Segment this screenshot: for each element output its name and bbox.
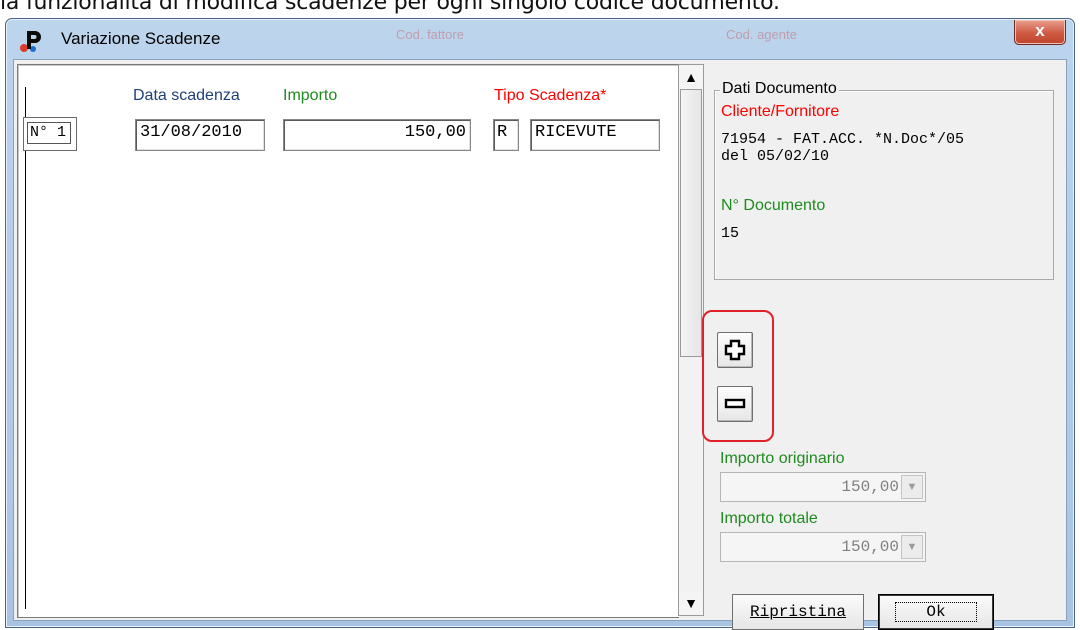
scadenze-list: Data scadenza Importo Tipo Scadenza* N° … bbox=[17, 64, 679, 618]
scroll-up-icon[interactable]: ▲ bbox=[679, 65, 703, 89]
ripristina-button[interactable]: Ripristina bbox=[732, 594, 864, 630]
group-title: Dati Documento bbox=[720, 80, 839, 98]
app-logo-icon bbox=[20, 31, 41, 52]
remove-row-button[interactable] bbox=[717, 386, 753, 422]
header-tipo-scadenza: Tipo Scadenza* bbox=[494, 87, 607, 104]
tipo-desc-input[interactable]: RICEVUTE bbox=[530, 119, 660, 151]
importo-input[interactable]: 150,00 bbox=[283, 119, 471, 151]
list-scrollbar[interactable]: ▲ ▼ bbox=[678, 64, 704, 616]
ok-button[interactable]: Ok bbox=[878, 594, 994, 630]
importo-originario-label: Importo originario bbox=[720, 450, 845, 467]
chevron-down-icon: ▼ bbox=[901, 535, 923, 559]
scrollbar-thumb[interactable] bbox=[680, 89, 702, 357]
ripristina-label: Ripristina bbox=[749, 603, 846, 621]
tipo-code-input[interactable]: R bbox=[493, 119, 519, 151]
importo-originario-value: 150,00 bbox=[841, 478, 899, 496]
importo-totale-field: 150,00 ▼ bbox=[720, 532, 926, 562]
row-number-box: N° 1 bbox=[23, 117, 77, 151]
numero-documento-value: 15 bbox=[721, 225, 740, 242]
caption-text: la funzionalità di modifica scadenze per… bbox=[0, 0, 780, 15]
data-scadenza-input[interactable]: 31/08/2010 bbox=[135, 119, 265, 151]
close-icon: x bbox=[1035, 21, 1045, 40]
add-row-button[interactable] bbox=[717, 332, 753, 368]
importo-totale-value: 150,00 bbox=[841, 538, 899, 556]
chevron-down-icon: ▼ bbox=[901, 475, 923, 499]
row-number: N° 1 bbox=[27, 122, 71, 144]
title-bar[interactable]: Variazione Scadenze Cod. fattore Cod. ag… bbox=[6, 19, 1074, 59]
dialog-client-area: Data scadenza Importo Tipo Scadenza* N° … bbox=[13, 59, 1067, 630]
plus-icon bbox=[724, 339, 746, 361]
cliente-line-2: del 05/02/10 bbox=[721, 148, 830, 165]
ok-label: Ok bbox=[895, 602, 977, 622]
list-left-border bbox=[25, 87, 26, 609]
dati-documento-group: Dati Documento Cliente/Fornitore 71954 -… bbox=[714, 80, 1054, 280]
close-button[interactable]: x bbox=[1014, 20, 1066, 45]
cliente-line-1: 71954 - FAT.ACC. *N.Doc*/05 bbox=[721, 131, 965, 148]
importo-originario-field: 150,00 ▼ bbox=[720, 472, 926, 502]
importo-totale-label: Importo totale bbox=[720, 510, 818, 527]
numero-documento-label: N° Documento bbox=[721, 197, 826, 214]
dialog-window: Variazione Scadenze Cod. fattore Cod. ag… bbox=[5, 18, 1075, 630]
background-ghost-text: Cod. fattore bbox=[396, 27, 464, 42]
header-importo: Importo bbox=[283, 87, 338, 104]
cliente-fornitore-label: Cliente/Fornitore bbox=[721, 103, 840, 120]
header-data-scadenza: Data scadenza bbox=[133, 87, 240, 104]
background-ghost-text: Cod. agente bbox=[726, 27, 797, 42]
minus-icon bbox=[724, 398, 746, 409]
scroll-down-icon[interactable]: ▼ bbox=[679, 591, 703, 615]
window-title: Variazione Scadenze bbox=[61, 29, 221, 48]
